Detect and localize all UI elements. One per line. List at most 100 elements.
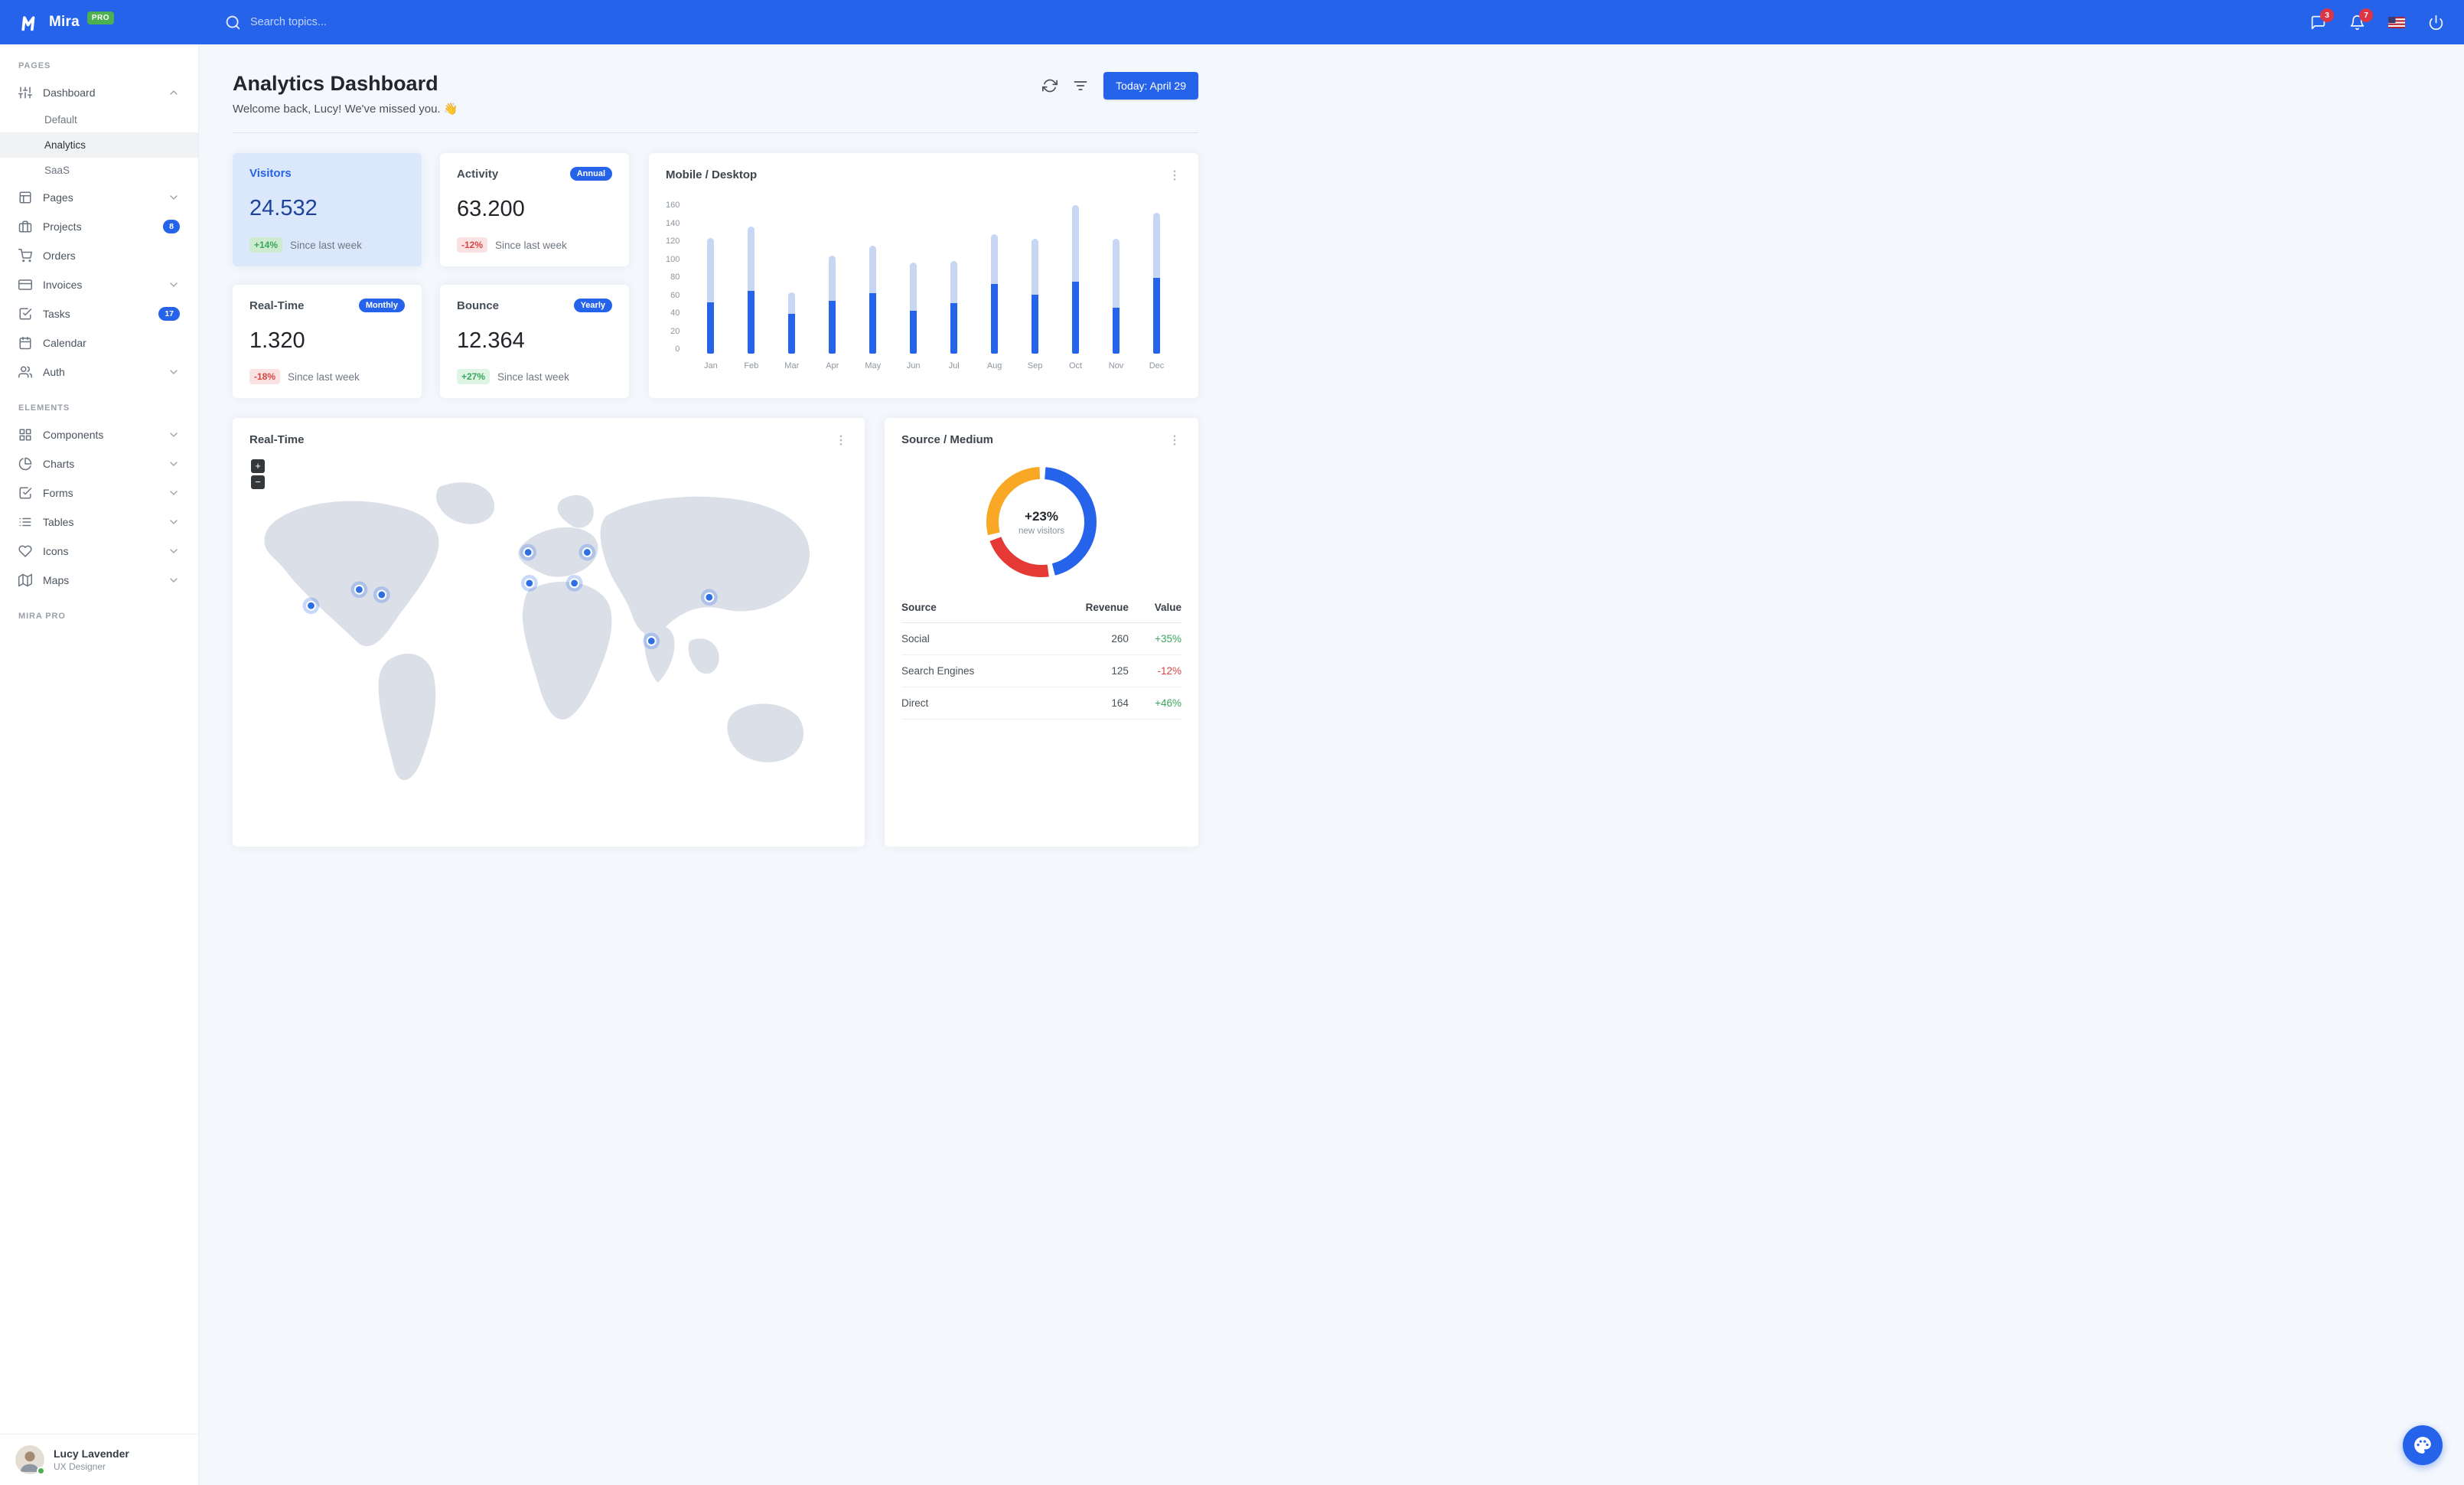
filter-button[interactable] [1073, 78, 1088, 93]
chevron-up-icon [170, 90, 178, 95]
language-flag-button[interactable] [2388, 16, 2405, 28]
map-zoom-out-button[interactable]: − [251, 475, 265, 489]
source-table-head: Source Revenue Value [901, 592, 1181, 623]
world-map-svg [264, 482, 810, 781]
x-tick-label: Oct [1069, 361, 1083, 370]
table-header-revenue: Revenue [1044, 592, 1129, 623]
bar-segment-mobile [950, 302, 958, 354]
bar-sep: Sep [1015, 201, 1055, 370]
map-menu-button[interactable] [834, 433, 848, 447]
map-marker-8[interactable] [704, 592, 715, 602]
sidebar-item-components[interactable]: Components [0, 420, 198, 449]
logout-power-button[interactable] [2428, 15, 2444, 31]
chart-menu-button[interactable] [1168, 168, 1181, 182]
sidebar-item-invoices[interactable]: Invoices [0, 270, 198, 299]
bar-segment-desktop [869, 245, 877, 294]
bar-segment-mobile [1153, 278, 1160, 354]
sidebar-section-pages: Pages [18, 61, 51, 70]
stat-delta-badge: +14% [249, 237, 283, 253]
filter-icon [1074, 81, 1087, 90]
brand-name: Mira [49, 14, 80, 30]
date-range-button[interactable]: Today: April 29 [1103, 72, 1198, 100]
sidebar-item-orders[interactable]: Orders [0, 241, 198, 270]
bar-segment-desktop [748, 226, 755, 291]
map-marker-2[interactable] [376, 589, 387, 600]
bar-segment-desktop [910, 263, 917, 311]
bar-segment-mobile [1113, 308, 1120, 354]
stat-value: 24.532 [249, 196, 318, 220]
stat-card-bounce: Bounce Yearly 12.364 +27% Since last week [440, 285, 629, 398]
cell-value: +46% [1128, 687, 1181, 720]
source-medium-card: Source / Medium +23% new visitors Source… [885, 418, 1198, 847]
map-marker-5[interactable] [569, 578, 580, 589]
us-flag-icon [2388, 16, 2405, 28]
search-input[interactable] [250, 16, 449, 28]
stat-period-badge[interactable]: Annual [569, 167, 612, 181]
header-divider [233, 132, 1198, 133]
refresh-button[interactable] [1042, 78, 1058, 93]
bar-jan: Jan [690, 201, 731, 370]
sidebar-item-saas[interactable]: SaaS [0, 158, 198, 183]
sidebar-item-icons[interactable]: Icons [0, 537, 198, 566]
y-tick-label: 160 [666, 201, 680, 210]
bar-segment-mobile [1032, 294, 1039, 354]
sidebar-item-charts[interactable]: Charts [0, 449, 198, 478]
map-marker-0[interactable] [305, 600, 316, 611]
theme-settings-fab[interactable] [2403, 1425, 2443, 1465]
chevron-down-icon [170, 370, 178, 374]
refresh-icon [1042, 79, 1058, 93]
stat-period-badge[interactable]: Yearly [573, 299, 612, 312]
chart-title: Mobile / Desktop [666, 168, 758, 181]
sidebar-section-elements: Elements [18, 403, 70, 413]
briefcase-icon [18, 220, 32, 233]
pro-badge: PRO [86, 11, 115, 24]
bar-feb: Feb [731, 201, 771, 370]
sidebar-user[interactable]: Lucy Lavender UX Designer [0, 1434, 198, 1485]
map-marker-4[interactable] [524, 578, 535, 589]
cell-revenue: 164 [1044, 687, 1129, 720]
map-marker-6[interactable] [582, 547, 592, 558]
sidebar-item-auth[interactable]: Auth [0, 357, 198, 387]
sidebar-item-pages[interactable]: Pages [0, 183, 198, 212]
sidebar-item-maps[interactable]: Maps [0, 566, 198, 595]
heart-icon [18, 545, 32, 557]
sidebar-item-tables[interactable]: Tables [0, 508, 198, 537]
bar-segment-desktop [991, 233, 999, 284]
map-continents [264, 482, 810, 781]
sidebar-item-projects[interactable]: Projects 8 [0, 212, 198, 241]
power-icon [2429, 15, 2443, 30]
bar-nov: Nov [1096, 201, 1136, 370]
map-zoom-in-button[interactable]: + [251, 459, 265, 473]
x-tick-label: Feb [744, 361, 759, 370]
messages-button[interactable]: 3 [2310, 8, 2334, 31]
bar-segment-desktop [1113, 239, 1120, 308]
stat-period-badge[interactable]: Monthly [358, 299, 405, 312]
kebab-menu-icon [1173, 435, 1176, 445]
sidebar-item-analytics[interactable]: Analytics [0, 132, 198, 158]
pie-chart-icon [18, 457, 32, 471]
chevron-down-icon [170, 520, 178, 524]
stat-title: Real-Time [249, 299, 305, 312]
sidebar-item-default[interactable]: Default [0, 107, 198, 132]
kebab-menu-icon [839, 435, 843, 445]
sidebar-item-forms[interactable]: Forms [0, 478, 198, 508]
map-marker-3[interactable] [523, 547, 533, 558]
sidebar-item-tasks[interactable]: Tasks 17 [0, 299, 198, 328]
sidebar-item-dashboard[interactable]: Dashboard [0, 78, 198, 107]
notifications-button[interactable]: 7 [2349, 8, 2373, 31]
map-marker-1[interactable] [354, 584, 364, 595]
sidebar-item-calendar[interactable]: Calendar [0, 328, 198, 357]
brand[interactable]: Mira PRO [20, 11, 202, 33]
x-tick-label: May [865, 361, 882, 370]
map-marker-7[interactable] [646, 635, 657, 646]
stat-value: 12.364 [457, 328, 525, 353]
table-row-direct: Direct 164 +46% [901, 687, 1181, 720]
bar-mar: Mar [771, 201, 812, 370]
x-tick-label: Dec [1149, 361, 1165, 370]
page-title: Analytics Dashboard [233, 72, 438, 95]
bar-segment-desktop [788, 292, 796, 314]
header-actions: Today: April 29 [1042, 72, 1198, 100]
source-menu-button[interactable] [1168, 433, 1181, 447]
map-icon [18, 573, 32, 587]
bar-segment-mobile [707, 302, 715, 354]
